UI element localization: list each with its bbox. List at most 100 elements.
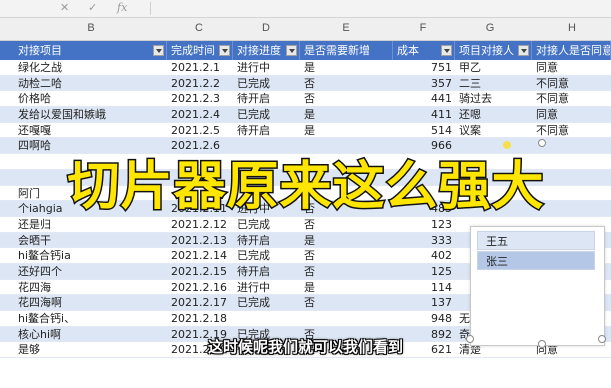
table-row[interactable] — [0, 169, 611, 186]
table-row[interactable]: 个iahgia 2021.2.11 进行中否 485 — [0, 201, 611, 217]
cell-agree[interactable]: 不同意 — [532, 123, 611, 139]
cell-project[interactable] — [14, 170, 167, 186]
cell-need-new[interactable]: 是 — [300, 280, 393, 296]
column-letter-c[interactable]: C — [193, 22, 205, 34]
cell-need-new[interactable]: 是 — [300, 107, 393, 123]
column-letter-e[interactable]: E — [340, 22, 352, 34]
cell-progress[interactable] — [233, 138, 300, 154]
cell-finish-time[interactable]: 2021.2.5 — [167, 123, 233, 139]
cell-progress[interactable]: 已完成 — [233, 327, 300, 343]
cell-cost[interactable]: 411 — [393, 107, 455, 123]
header-cell-project[interactable]: 对接项目 — [0, 41, 167, 60]
cell-progress[interactable]: 已完成 — [233, 295, 300, 311]
cell-need-new[interactable]: 是 — [300, 233, 393, 249]
cell-finish-time[interactable]: 2021.2.13 — [167, 233, 233, 249]
cell-project[interactable]: 阿门 — [14, 186, 167, 202]
cell-need-new[interactable]: 否 — [300, 248, 393, 264]
cell-project[interactable]: hi鳌合钙i、 — [14, 311, 167, 327]
cell-project[interactable]: 是够 — [14, 342, 167, 358]
header-cell-need-new[interactable]: 是否需要新增 — [300, 41, 393, 60]
header-cell-cost[interactable]: 成本 — [393, 41, 455, 60]
cell-agree[interactable] — [532, 154, 611, 170]
cancel-icon[interactable]: ✕ — [60, 1, 69, 14]
cell-contact[interactable]: 二三 — [455, 76, 532, 92]
resize-handle[interactable] — [466, 335, 474, 343]
cell-cost[interactable]: 114 — [393, 280, 455, 296]
cell-progress[interactable]: 进行中 — [233, 201, 300, 217]
resize-handle[interactable] — [538, 340, 546, 348]
cell-cost[interactable]: 357 — [393, 76, 455, 92]
cell-need-new[interactable] — [300, 170, 393, 186]
cell-project[interactable]: 动检二哈 — [14, 76, 167, 92]
cell-contact[interactable] — [455, 201, 532, 217]
cell-agree[interactable] — [532, 170, 611, 186]
cell-finish-time[interactable]: 2021.2.20 — [167, 342, 233, 358]
cell-cost[interactable]: 441 — [393, 91, 455, 107]
cell-project[interactable]: 发给以爱国和嫉峨 — [14, 107, 167, 123]
cell-finish-time[interactable]: 2021.2.19 — [167, 327, 233, 343]
cell-project[interactable]: 绿化之战 — [14, 60, 167, 76]
cell-agree[interactable]: 同意 — [532, 107, 611, 123]
cell-need-new[interactable]: 否 — [300, 201, 393, 217]
cell-project[interactable] — [14, 154, 167, 170]
cell-progress[interactable]: 进行中 — [233, 60, 300, 76]
table-row[interactable]: 还嘎嘎 2021.2.5 待开启是 514 议案 不同意 — [0, 123, 611, 139]
resize-handle[interactable] — [598, 335, 606, 343]
slicer-item-wangwu[interactable]: 王五 — [477, 231, 595, 250]
cell-progress[interactable]: 已完成 — [233, 107, 300, 123]
header-cell-agree[interactable]: 对接人是否同意 — [532, 41, 611, 60]
cell-agree[interactable] — [532, 186, 611, 202]
cell-contact[interactable] — [455, 170, 532, 186]
cell-project[interactable]: hi鳌合钙ia — [14, 248, 167, 264]
cell-need-new[interactable]: 否 — [300, 91, 393, 107]
cell-need-new[interactable] — [300, 138, 393, 154]
filter-dropdown-icon[interactable] — [441, 45, 452, 56]
cell-finish-time[interactable]: 2021.2.2 — [167, 76, 233, 92]
filter-dropdown-icon[interactable] — [518, 45, 529, 56]
fx-icon[interactable]: fx — [117, 1, 127, 14]
filter-dropdown-icon[interactable] — [219, 45, 230, 56]
cell-project[interactable]: 还嘎嘎 — [14, 123, 167, 139]
cell-project[interactable]: 核心hi啊 — [14, 327, 167, 343]
table-row[interactable]: 发给以爱国和嫉峨 2021.2.4 已完成是 411 还嗯 同意 — [0, 107, 611, 123]
cell-agree[interactable]: 同意 — [532, 60, 611, 76]
cell-cost[interactable]: 123 — [393, 217, 455, 233]
cell-need-new[interactable]: 否 — [300, 76, 393, 92]
cell-cost[interactable]: 514 — [393, 123, 455, 139]
cell-cost[interactable]: 948 — [393, 311, 455, 327]
cell-finish-time[interactable]: 2021.2.16 — [167, 280, 233, 296]
cell-need-new[interactable]: 否 — [300, 327, 393, 343]
cell-cost[interactable]: 333 — [393, 233, 455, 249]
table-row[interactable] — [0, 154, 611, 170]
cell-finish-time[interactable] — [167, 186, 233, 202]
cell-project[interactable]: 四啊哈 — [14, 138, 167, 154]
cell-need-new[interactable]: 否 — [300, 295, 393, 311]
cell-finish-time[interactable]: 2021.2.3 — [167, 91, 233, 107]
cell-cost[interactable]: 966 — [393, 138, 455, 154]
column-letter-g[interactable]: G — [484, 22, 496, 34]
table-row[interactable]: 动检二哈 2021.2.2 已完成否 357 二三 不同意 — [0, 75, 611, 92]
cell-project[interactable]: 会晒干 — [14, 233, 167, 249]
cell-finish-time[interactable] — [167, 154, 233, 170]
cell-progress[interactable] — [233, 170, 300, 186]
slicer-panel[interactable]: 王五 张三 — [466, 226, 606, 346]
cell-finish-time[interactable]: 2021.2.4 — [167, 107, 233, 123]
cell-finish-time[interactable]: 2021.2.18 — [167, 311, 233, 327]
header-cell-progress[interactable]: 对接进度 — [233, 41, 300, 60]
cell-need-new[interactable] — [300, 311, 393, 327]
header-cell-contact[interactable]: 项目对接人 — [455, 41, 532, 60]
cell-progress[interactable]: 待开启 — [233, 91, 300, 107]
cell-cost[interactable] — [393, 170, 455, 186]
cell-contact[interactable]: 议案 — [455, 123, 532, 139]
cell-progress[interactable]: 待开启 — [233, 233, 300, 249]
cell-finish-time[interactable] — [167, 170, 233, 186]
cell-progress[interactable] — [233, 311, 300, 327]
cell-project[interactable]: 还是归 — [14, 217, 167, 233]
table-row[interactable]: 价格哈 2021.2.3 待开启否 441 骑过去 不同意 — [0, 91, 611, 108]
cell-cost[interactable]: 485 — [393, 201, 455, 217]
cell-need-new[interactable] — [300, 186, 393, 202]
cell-need-new[interactable]: 否 — [300, 264, 393, 280]
cell-finish-time[interactable]: 2021.2.12 — [167, 217, 233, 233]
cell-agree[interactable]: 不同意 — [532, 76, 611, 92]
cell-need-new[interactable]: 否 — [300, 217, 393, 233]
